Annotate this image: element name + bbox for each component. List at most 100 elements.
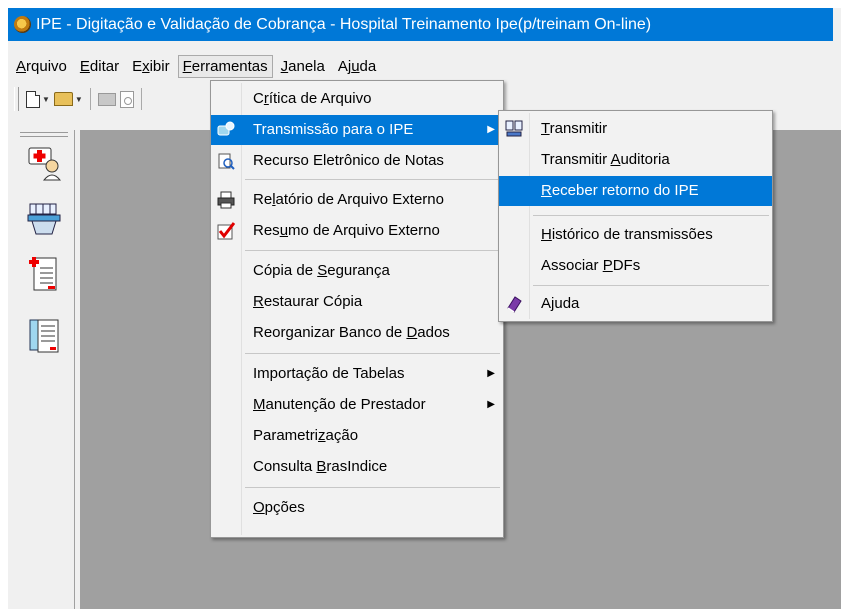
label-rest: anutenção de Prestador xyxy=(265,396,426,413)
label-mnemonic: A xyxy=(610,151,621,168)
dropdown-arrow-icon[interactable]: ▼ xyxy=(42,95,50,104)
menu-janela[interactable]: Janela xyxy=(276,55,330,78)
menu-bar: Arquivo Editar Exibir Ferramentas Janela… xyxy=(8,53,841,79)
menu-label-mnemonic: E xyxy=(79,57,90,75)
submenu-arrow-icon: ▶ xyxy=(487,124,495,135)
medical-form-icon[interactable] xyxy=(26,254,64,292)
menu-label-mnemonic: F xyxy=(182,57,192,75)
label-prefix: Consulta xyxy=(253,458,317,475)
menu-item-label: Transmitir xyxy=(541,114,607,144)
toolbar-separator xyxy=(89,88,91,110)
shortcut-sidebar xyxy=(16,130,75,609)
menu-item-transmissao-ipe[interactable]: Transmissão para o IPE ▶ xyxy=(211,115,503,145)
app-logo-icon xyxy=(14,16,31,33)
label-rest: eceber retorno do IPE xyxy=(551,182,699,199)
menu-item-critica-arquivo[interactable]: Crítica de Arquivo xyxy=(211,84,503,114)
menu-editar[interactable]: Editar xyxy=(75,55,124,78)
menu-ferramentas[interactable]: Ferramentas xyxy=(177,54,273,78)
transmission-icon xyxy=(217,121,235,136)
menu-item-opcoes[interactable]: Opções xyxy=(211,493,503,523)
new-document-button[interactable]: ▼ xyxy=(26,90,50,108)
menu-label-prefix: Aj xyxy=(337,57,352,75)
menu-item-label: Crítica de Arquivo xyxy=(253,84,371,114)
sidebar-ridge xyxy=(20,136,68,137)
print-button[interactable] xyxy=(97,92,116,106)
print-preview-icon xyxy=(119,90,134,108)
submenu-item-transmitir[interactable]: Transmitir xyxy=(499,114,772,144)
label-rest: ação xyxy=(325,427,359,444)
label-mnemonic: S xyxy=(317,262,328,279)
toolbar-grip[interactable] xyxy=(14,87,19,111)
menu-separator xyxy=(533,215,769,216)
toolbar-separator xyxy=(140,88,142,110)
menu-item-relatorio-externo[interactable]: Relatório de Arquivo Externo xyxy=(211,185,503,215)
transmissao-submenu: Transmitir Transmitir Auditoria Receber … xyxy=(498,110,773,322)
label-mnemonic: R xyxy=(541,182,552,199)
checkmark-icon xyxy=(217,222,235,240)
print-preview-button[interactable] xyxy=(119,90,134,108)
title-bar[interactable]: IPE - Digitação e Validação de Cobrança … xyxy=(8,8,833,41)
menu-item-label: Ajuda xyxy=(541,289,579,319)
label-rest: uda xyxy=(554,295,580,312)
menu-item-reorganizar-banco[interactable]: Reorganizar Banco de Dados xyxy=(211,318,503,348)
menu-item-label: Manutenção de Prestador xyxy=(253,390,426,420)
menu-item-recurso-eletronico[interactable]: Recurso Eletrônico de Notas xyxy=(211,146,503,176)
menu-item-manutencao-prestador[interactable]: Manutenção de Prestador ▶ xyxy=(211,390,503,420)
ambulance-patient-icon[interactable] xyxy=(26,144,64,182)
open-file-button[interactable]: ▼ xyxy=(53,92,83,106)
menu-label-rest: ditar xyxy=(89,57,120,75)
menu-item-label: Resumo de Arquivo Externo xyxy=(253,216,440,246)
label-prefix: C xyxy=(253,90,264,107)
window-title: IPE - Digitação e Validação de Cobrança … xyxy=(36,15,652,33)
menu-item-label: Recurso Eletrônico de Notas xyxy=(253,146,444,176)
label-rest: ítica de Arquivo xyxy=(268,90,372,107)
label-rest: Recurso Eletrônico de Notas xyxy=(253,152,444,169)
menu-item-copia-seguranca[interactable]: Cópia de Segurança xyxy=(211,256,503,286)
toolbar: ▼ ▼ xyxy=(12,84,207,114)
label-mnemonic: P xyxy=(602,257,613,274)
magnifier-document-icon xyxy=(218,153,235,170)
dropdown-arrow-icon[interactable]: ▼ xyxy=(75,95,83,104)
label-mnemonic: z xyxy=(318,427,326,444)
menu-item-label: Consulta BrasIndice xyxy=(253,452,387,482)
label-prefix: Reorganizar Banco de xyxy=(253,324,407,341)
submenu-arrow-icon: ▶ xyxy=(487,368,495,379)
label-rest: egurança xyxy=(327,262,390,279)
label-mnemonic: O xyxy=(253,499,265,516)
menu-item-label: Opções xyxy=(253,493,305,523)
menu-separator xyxy=(245,250,500,251)
submenu-item-historico-transmissoes[interactable]: Histórico de transmissões xyxy=(499,220,772,250)
label-rest: ransmitir xyxy=(549,120,608,137)
label-prefix: Re xyxy=(253,191,273,208)
help-book-icon xyxy=(507,296,522,313)
menu-arquivo[interactable]: Arquivo xyxy=(11,55,72,78)
label-mnemonic: u xyxy=(279,222,289,239)
sidebar-ridge xyxy=(20,132,68,133)
label-mnemonic: D xyxy=(406,324,418,341)
hospital-bed-icon[interactable] xyxy=(26,198,64,236)
menu-item-consulta-brasindice[interactable]: Consulta BrasIndice xyxy=(211,452,503,482)
label-rest: pções xyxy=(264,499,305,516)
label-prefix: Transmitir xyxy=(541,151,611,168)
submenu-item-transmitir-auditoria[interactable]: Transmitir Auditoria xyxy=(499,145,772,175)
menu-label-rest: ibir xyxy=(149,57,170,75)
menu-ajuda[interactable]: Ajuda xyxy=(333,55,381,78)
menu-item-restaurar-copia[interactable]: Restaurar Cópia xyxy=(211,287,503,317)
label-prefix: Cópia de xyxy=(253,262,318,279)
clipboard-list-icon[interactable] xyxy=(26,316,64,354)
menu-item-label: Transmitir Auditoria xyxy=(541,145,670,175)
submenu-item-associar-pdfs[interactable]: Associar PDFs xyxy=(499,251,772,281)
menu-label-rest: erramentas xyxy=(191,57,268,75)
label-rest: ados xyxy=(417,324,450,341)
menu-exibir[interactable]: Exibir xyxy=(127,55,175,78)
menu-label-prefix: E xyxy=(132,57,143,75)
menu-label-rest: anela xyxy=(288,57,325,75)
menu-item-resumo-externo[interactable]: Resumo de Arquivo Externo xyxy=(211,216,503,246)
label-prefix: Parametri xyxy=(253,427,319,444)
label-prefix: A xyxy=(541,295,552,312)
menu-item-importacao-tabelas[interactable]: Importação de Tabelas ▶ xyxy=(211,359,503,389)
application-window: IPE - Digitação e Validação de Cobrança … xyxy=(8,8,841,609)
submenu-item-ajuda[interactable]: Ajuda xyxy=(499,289,772,319)
submenu-item-receber-retorno[interactable]: Receber retorno do IPE xyxy=(499,176,772,206)
menu-item-parametrizacao[interactable]: Parametrização xyxy=(211,421,503,451)
